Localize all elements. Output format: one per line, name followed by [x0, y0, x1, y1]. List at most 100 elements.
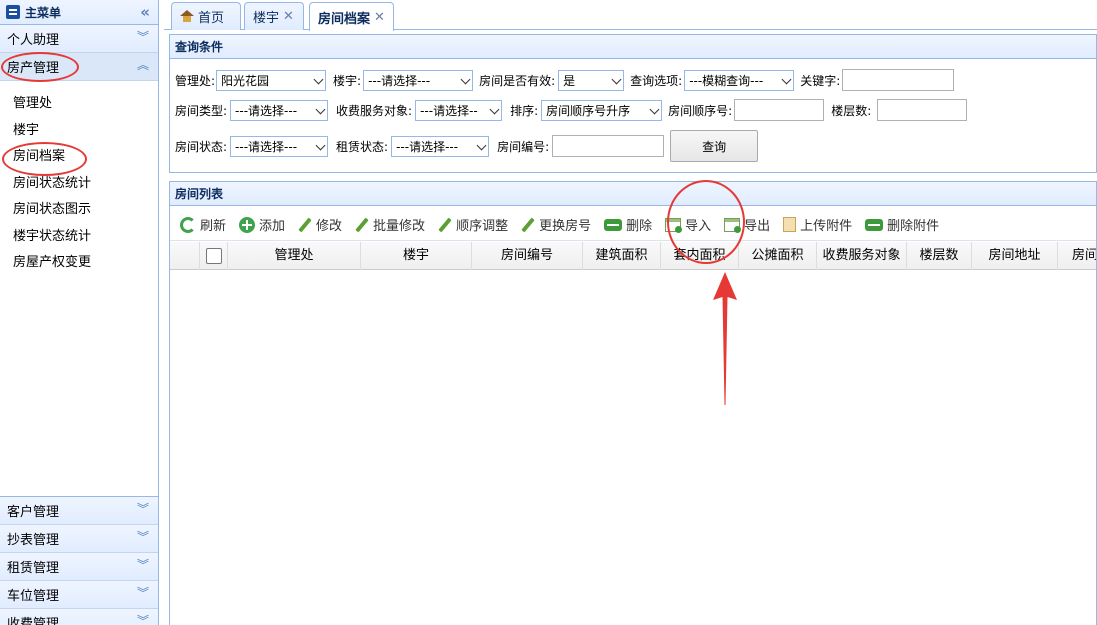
query-panel: 查询条件 管理处: 阳光花园 楼宇: ---请选择--- 房间是否有效: 是 查… — [169, 34, 1097, 173]
column-header[interactable]: 楼宇 — [361, 242, 472, 270]
upload-attachment-label: 上传附件 — [800, 219, 853, 234]
accordion-label: 收费管理 — [7, 617, 60, 625]
chevron-down-icon: ︾ — [136, 614, 149, 625]
query-button[interactable]: 查询 — [670, 130, 759, 162]
valid-label: 房间是否有效: — [479, 73, 556, 88]
close-icon[interactable]: ✕ — [374, 10, 385, 25]
menu-icon — [6, 5, 20, 19]
menu-item-property-change[interactable]: 房屋产权变更 — [0, 250, 158, 277]
select-all-checkbox[interactable] — [205, 247, 222, 264]
change-room-no-button[interactable]: 更换房号 — [521, 215, 591, 234]
roomtype-select[interactable]: ---请选择--- — [230, 99, 329, 121]
roomtype-select-value: ---请选择--- — [235, 103, 298, 118]
building-select[interactable]: ---请选择--- — [363, 69, 474, 91]
order-input[interactable] — [734, 99, 825, 121]
close-icon[interactable]: ✕ — [283, 9, 294, 24]
query-panel-title: 查询条件 — [170, 35, 1096, 59]
accordion-parking[interactable]: 车位管理 ︾ — [0, 581, 158, 609]
roomno-input[interactable] — [552, 135, 665, 157]
menu-item-mgmt[interactable]: 管理处 — [0, 91, 158, 118]
menu-item-building[interactable]: 楼宇 — [0, 118, 158, 145]
minus-icon — [865, 218, 884, 231]
chevron-down-icon — [315, 140, 326, 150]
accordion-lease[interactable]: 租赁管理 ︾ — [0, 553, 158, 581]
column-header[interactable]: 建筑面积 — [583, 242, 661, 270]
import-button[interactable]: 导入 — [665, 215, 711, 234]
valid-select-value: 是 — [563, 73, 576, 88]
status-label: 房间状态: — [175, 139, 228, 154]
home-icon — [180, 9, 194, 23]
accordion-property[interactable]: 房产管理 ︽ — [0, 53, 158, 81]
batch-edit-label: 批量修改 — [373, 219, 426, 234]
column-header[interactable]: 房间地址 — [972, 242, 1058, 270]
mgmt-select-value: 阳光花园 — [221, 73, 270, 88]
column-header[interactable]: 楼层数 — [907, 242, 972, 270]
column-header[interactable]: 套内面积 — [661, 242, 739, 270]
accordion-fee[interactable]: 收费管理 ︾ — [0, 609, 158, 625]
column-header[interactable]: 收费服务对象 — [817, 242, 907, 270]
delete-attachment-button[interactable]: 删除附件 — [865, 215, 939, 234]
spreadsheet-import-icon — [665, 217, 683, 233]
tab-building[interactable]: 楼宇 ✕ — [244, 2, 304, 30]
menu-item-room-status-stats[interactable]: 房间状态统计 — [0, 171, 158, 198]
sort-select[interactable]: 房间顺序号升序 — [541, 99, 663, 121]
refresh-icon — [180, 216, 196, 233]
service-select[interactable]: ---请选择-- — [415, 99, 503, 121]
tab-bar: 首页 楼宇 ✕ 房间档案 ✕ — [164, 0, 1097, 31]
refresh-label: 刷新 — [200, 219, 227, 234]
tab-label: 房间档案 — [318, 11, 371, 27]
minus-icon — [604, 218, 623, 231]
rent-select[interactable]: ---请选择--- — [391, 135, 490, 157]
column-header[interactable]: 房间 — [1058, 242, 1096, 270]
accordion-customer[interactable]: 客户管理 ︾ — [0, 497, 158, 525]
floors-input[interactable] — [877, 99, 968, 121]
add-label: 添加 — [259, 219, 286, 234]
document-icon — [783, 217, 797, 232]
batch-edit-button[interactable]: 批量修改 — [355, 215, 425, 234]
option-select[interactable]: ---模糊查询--- — [684, 69, 795, 91]
room-list-title: 房间列表 — [170, 182, 1096, 206]
accordion-personal[interactable]: 个人助理 ︾ — [0, 25, 158, 53]
rent-label: 租赁状态: — [336, 139, 389, 154]
pencil-icon — [298, 217, 312, 233]
accordion-label: 房产管理 — [7, 61, 60, 76]
reorder-label: 顺序调整 — [456, 219, 509, 234]
tab-home[interactable]: 首页 — [171, 2, 241, 30]
column-header[interactable]: 房间编号 — [472, 242, 583, 270]
add-button[interactable]: 添加 — [239, 215, 285, 234]
delete-label: 删除 — [626, 219, 653, 234]
building-label: 楼宇: — [333, 73, 362, 88]
keyword-input[interactable] — [842, 69, 955, 91]
column-header[interactable]: 公摊面积 — [739, 242, 817, 270]
list-toolbar: 刷新 添加 修改 批量修改 顺序调整 更换房号 删除 导入 导出 上传附件 删除… — [170, 209, 1096, 241]
chevron-down-icon — [313, 74, 324, 84]
floors-label: 楼层数: — [831, 103, 872, 118]
reorder-button[interactable]: 顺序调整 — [438, 215, 508, 234]
menu-item-building-status-stats[interactable]: 楼宇状态统计 — [0, 224, 158, 251]
edit-button[interactable]: 修改 — [298, 215, 342, 234]
rent-select-value: ---请选择--- — [396, 139, 459, 154]
chevron-down-icon — [489, 104, 500, 114]
export-button[interactable]: 导出 — [724, 215, 770, 234]
import-label: 导入 — [685, 219, 712, 234]
status-select[interactable]: ---请选择--- — [230, 135, 329, 157]
bottom-accordions: 客户管理 ︾ 抄表管理 ︾ 租赁管理 ︾ 车位管理 ︾ 收费管理 ︾ — [0, 497, 158, 625]
refresh-button[interactable]: 刷新 — [180, 215, 226, 234]
chevron-down-icon: ︾ — [136, 586, 149, 600]
order-label: 房间顺序号: — [668, 103, 733, 118]
upload-attachment-button[interactable]: 上传附件 — [783, 215, 852, 234]
accordion-label: 租赁管理 — [7, 561, 60, 576]
delete-button[interactable]: 删除 — [604, 215, 652, 234]
menu-item-room-status-chart[interactable]: 房间状态图示 — [0, 197, 158, 224]
mgmt-select[interactable]: 阳光花园 — [216, 69, 327, 91]
sort-select-value: 房间顺序号升序 — [546, 103, 631, 118]
chevron-down-icon: ︾ — [136, 502, 149, 516]
column-header[interactable]: 管理处 — [228, 242, 361, 270]
tab-room-archive[interactable]: 房间档案 ✕ — [309, 2, 394, 31]
chevron-down-icon — [649, 104, 660, 114]
double-chevron-left-icon[interactable]: « — [140, 3, 150, 21]
mgmt-label: 管理处: — [175, 73, 216, 88]
menu-item-room-archive[interactable]: 房间档案 — [0, 144, 158, 171]
accordion-meter[interactable]: 抄表管理 ︾ — [0, 525, 158, 553]
valid-select[interactable]: 是 — [558, 69, 625, 91]
